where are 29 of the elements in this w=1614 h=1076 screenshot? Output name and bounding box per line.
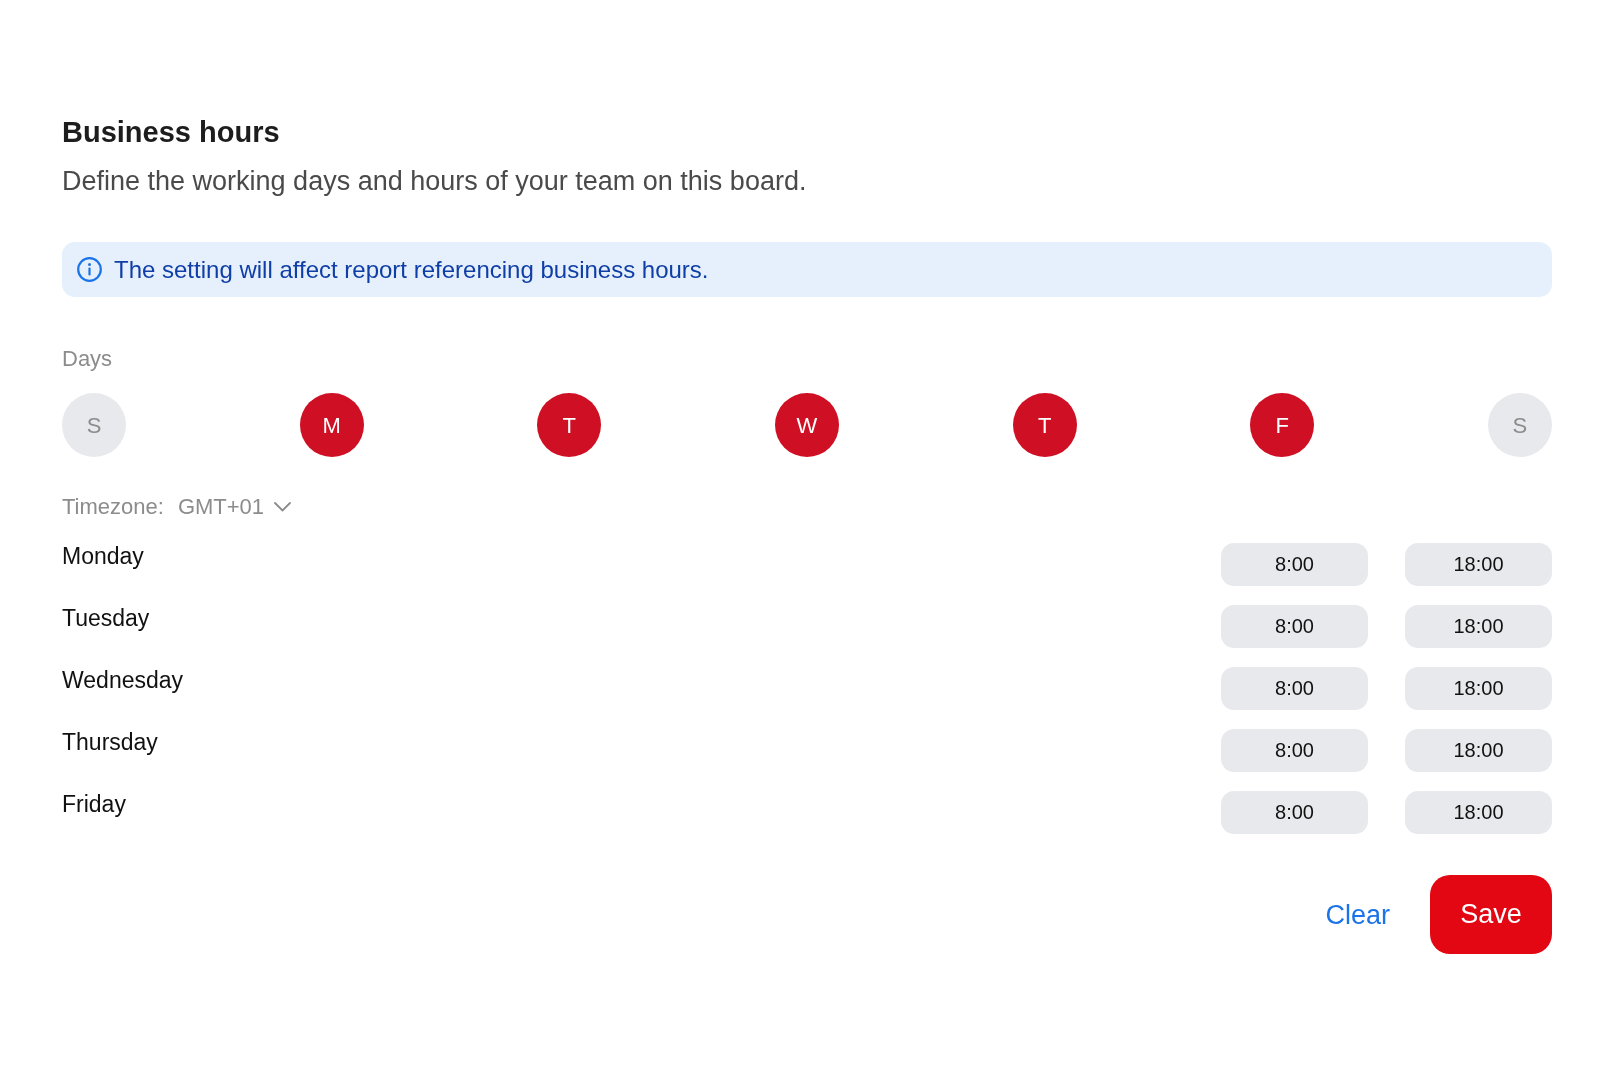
start-time-field[interactable]: 8:00 xyxy=(1221,729,1368,772)
weekday-label: Monday xyxy=(62,542,144,570)
end-time-field[interactable]: 18:00 xyxy=(1405,729,1552,772)
end-time-field[interactable]: 18:00 xyxy=(1405,605,1552,648)
chevron-down-icon xyxy=(274,502,292,512)
start-time-field[interactable]: 8:00 xyxy=(1221,605,1368,648)
weekday-label: Wednesday xyxy=(62,666,184,694)
start-time-field[interactable]: 8:00 xyxy=(1221,791,1368,834)
weekday-label: Friday xyxy=(62,790,126,818)
clear-link[interactable]: Clear xyxy=(1325,898,1390,931)
day-toggle[interactable]: W xyxy=(774,393,839,457)
end-time-field[interactable]: 18:00 xyxy=(1405,791,1552,834)
info-icon xyxy=(77,257,102,282)
timezone-label: Timezone: xyxy=(62,493,164,521)
day-toggle[interactable]: T xyxy=(537,393,602,457)
day-toggle[interactable]: T xyxy=(1012,393,1077,457)
weekday-label: Thursday xyxy=(62,728,158,756)
page-title: Business hours xyxy=(62,115,280,150)
end-time-field[interactable]: 18:00 xyxy=(1405,543,1552,586)
weekday-label: Tuesday xyxy=(62,604,150,632)
end-time-field[interactable]: 18:00 xyxy=(1405,667,1552,710)
start-time-field[interactable]: 8:00 xyxy=(1221,543,1368,586)
days-label: Days xyxy=(62,345,113,373)
day-toggle[interactable]: M xyxy=(299,393,364,457)
start-time-field[interactable]: 8:00 xyxy=(1221,667,1368,710)
info-message: The setting will affect report referencing business hours. xyxy=(114,254,709,285)
page-subtitle: Define the working days and hours of your team on this board. xyxy=(62,165,807,198)
save-button[interactable]: Save xyxy=(1430,875,1552,954)
day-toggle[interactable]: F xyxy=(1250,393,1315,457)
